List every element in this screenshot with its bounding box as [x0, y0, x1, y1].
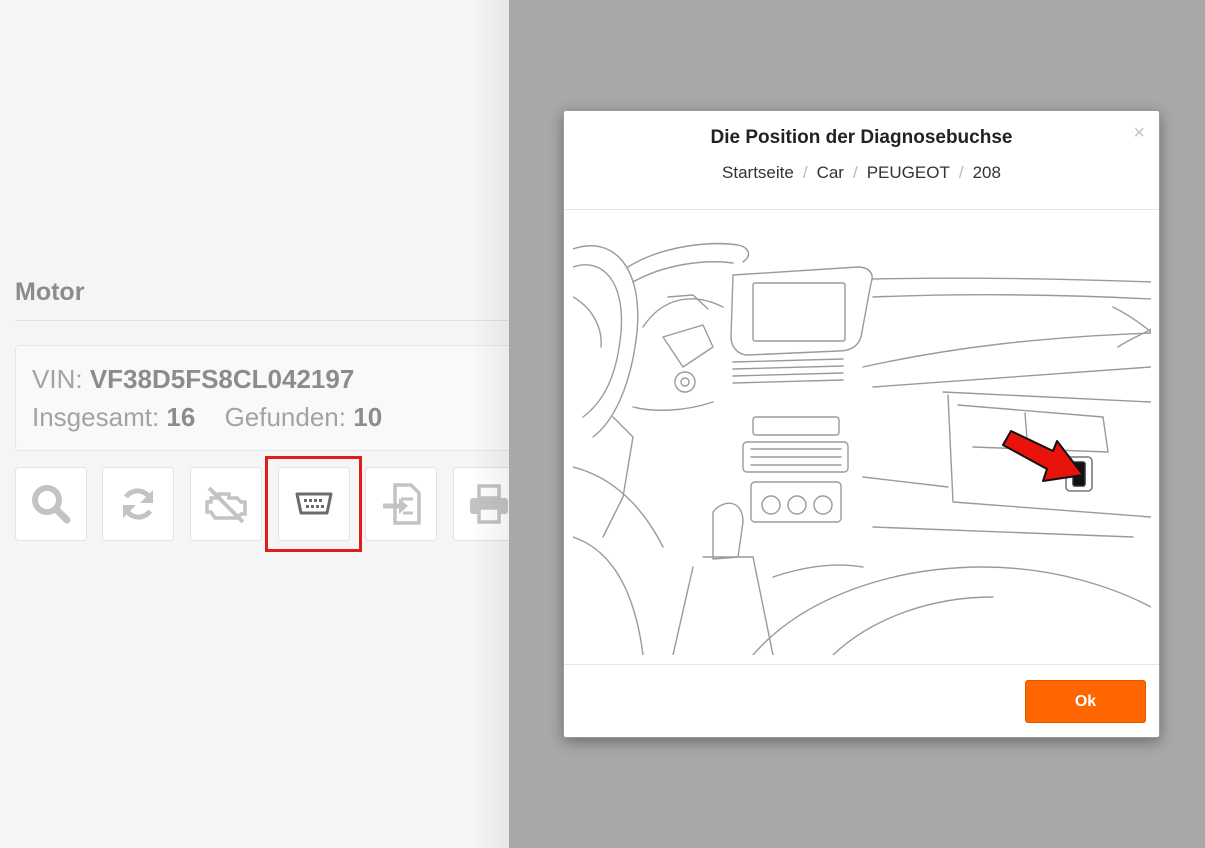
engine-off-button[interactable] — [190, 467, 262, 541]
refresh-icon — [122, 488, 154, 520]
header-divider — [564, 209, 1159, 210]
search-icon — [32, 485, 71, 524]
breadcrumb-separator: / — [802, 163, 808, 182]
modal-title: Die Position der Diagnosebuchse — [710, 127, 1013, 148]
footer-divider — [564, 664, 1159, 665]
vin-line: VIN: VF38D5FS8CL042197 — [32, 364, 354, 395]
ok-button[interactable]: Ok — [1025, 680, 1146, 723]
vin-value: VF38D5FS8CL042197 — [89, 364, 355, 394]
count-line: Insgesamt: 16 Gefunden: 10 — [32, 402, 382, 433]
engine-off-icon — [205, 486, 247, 524]
vin-label: VIN: — [32, 364, 83, 394]
diagnostic-socket-modal: × Die Position der Diagnosebuchse Starts… — [563, 110, 1160, 738]
total-value: 16 — [166, 402, 196, 432]
overlay-shadow — [470, 0, 510, 848]
file-import-icon — [383, 483, 421, 525]
breadcrumb-item[interactable]: Startseite — [722, 163, 794, 182]
search-button[interactable] — [15, 467, 87, 541]
refresh-button[interactable] — [102, 467, 174, 541]
highlight-frame — [265, 456, 362, 552]
breadcrumb-separator: / — [958, 163, 964, 182]
breadcrumb-separator: / — [852, 163, 858, 182]
found-value: 10 — [353, 402, 383, 432]
section-title: Motor — [15, 278, 85, 306]
breadcrumb-item[interactable]: Car — [817, 163, 844, 182]
total-label: Insgesamt: — [32, 402, 160, 432]
car-interior-diagnostic-socket-illustration — [573, 242, 1151, 655]
vehicle-info-panel: VIN: VF38D5FS8CL042197 Insgesamt: 16 Gef… — [15, 345, 510, 451]
import-button[interactable] — [365, 467, 437, 541]
breadcrumb-item: 208 — [972, 163, 1001, 182]
section-divider — [15, 320, 510, 321]
found-label: Gefunden: — [224, 402, 346, 432]
breadcrumb-item[interactable]: PEUGEOT — [867, 163, 950, 182]
breadcrumb: Startseite / Car / PEUGEOT / 208 — [564, 163, 1159, 183]
background-page: Motor VIN: VF38D5FS8CL042197 Insgesamt: … — [0, 0, 510, 848]
